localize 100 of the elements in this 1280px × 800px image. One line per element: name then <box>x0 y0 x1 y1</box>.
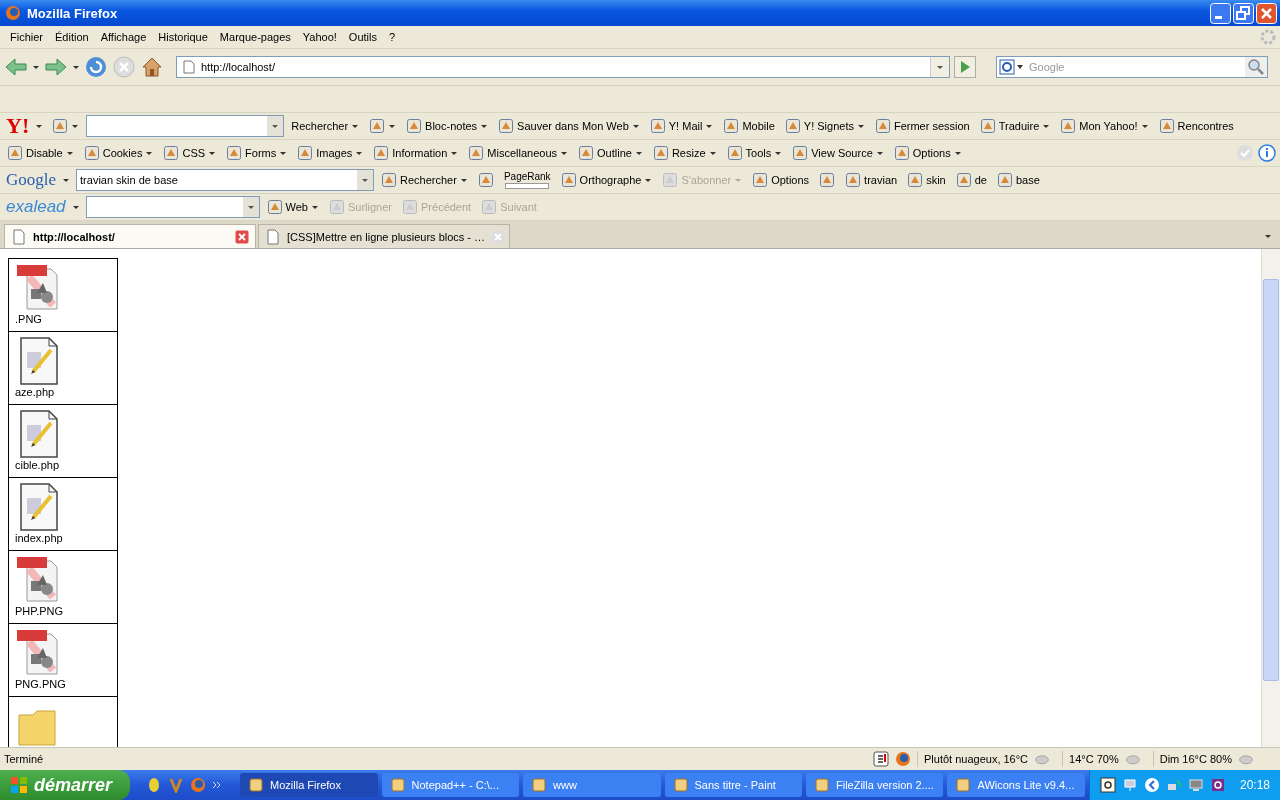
caret-icon[interactable] <box>271 122 280 130</box>
caret-icon[interactable] <box>875 149 884 157</box>
search-field[interactable] <box>86 115 285 137</box>
toolbar-button[interactable]: Disable <box>4 144 77 162</box>
computer-icon[interactable] <box>1187 777 1204 793</box>
caret-icon[interactable] <box>311 203 319 211</box>
toolbar-button[interactable]: Fermer session <box>871 117 973 135</box>
close-icon[interactable] <box>235 229 249 244</box>
search-field[interactable]: travian skin de base <box>76 169 375 191</box>
address-field[interactable]: http://localhost/ <box>176 56 950 78</box>
menu-item[interactable]: Historique <box>152 29 214 45</box>
toolbar-button[interactable]: Miscellaneous <box>465 144 572 162</box>
browser-tab[interactable]: [CSS]Mettre en ligne plusieurs blocs - … <box>258 224 510 248</box>
caret-icon[interactable] <box>856 122 865 130</box>
minimize-button[interactable] <box>1210 2 1231 24</box>
close-button[interactable] <box>1256 2 1277 24</box>
toolbar-button[interactable]: Orthographe <box>557 171 656 189</box>
toolbar-button[interactable]: Mon Yahoo! <box>1057 117 1152 135</box>
caret-icon[interactable] <box>388 122 397 130</box>
weather-panel[interactable]: 14°C 70% <box>1062 751 1147 767</box>
toolbar-button[interactable]: Web <box>263 198 322 216</box>
caret-icon[interactable] <box>361 176 370 184</box>
browser-tab[interactable]: http://localhost/ <box>4 224 256 248</box>
file-tile[interactable]: PNG.PNG <box>8 623 118 697</box>
go-button[interactable] <box>954 56 976 78</box>
caret-icon[interactable] <box>953 149 962 157</box>
toolbar-button[interactable]: base <box>993 171 1043 189</box>
toolbar-button[interactable]: Tools <box>723 144 786 162</box>
caret-icon[interactable] <box>644 176 653 184</box>
file-tile[interactable]: .PNG <box>8 258 118 332</box>
weather-panel[interactable]: Dim 16°C 80% <box>1152 751 1260 767</box>
toolbar-button[interactable]: Options <box>890 144 965 162</box>
caret-icon[interactable] <box>32 63 40 71</box>
caret-icon[interactable] <box>705 122 714 130</box>
tray-app-icon[interactable] <box>1209 777 1226 793</box>
caret-icon[interactable] <box>1042 122 1051 130</box>
caret-icon[interactable] <box>480 122 489 130</box>
caret-icon[interactable] <box>634 149 643 157</box>
caret-icon[interactable] <box>72 63 80 71</box>
caret-icon[interactable] <box>35 122 44 130</box>
menu-item[interactable]: ? <box>383 29 402 45</box>
menu-item[interactable]: Édition <box>49 29 95 45</box>
taskbar-button[interactable]: Mozilla Firefox <box>240 773 378 797</box>
caret-icon[interactable] <box>208 149 217 157</box>
toolbar-logo[interactable]: Y! <box>4 113 46 139</box>
toolbar-button[interactable]: skin <box>904 171 949 189</box>
toolbar-button[interactable]: Rechercher <box>378 171 471 189</box>
help-icon[interactable] <box>1099 777 1116 793</box>
toolbar-logo[interactable]: Google <box>4 170 73 190</box>
toolbar-button[interactable]: Rencontres <box>1155 117 1237 135</box>
tab-list-caret-icon[interactable] <box>1264 232 1272 240</box>
taskbar-button[interactable]: www <box>523 773 661 797</box>
toolbar-button[interactable]: Mobile <box>720 117 778 135</box>
caret-icon[interactable] <box>145 149 154 157</box>
toolbar-button[interactable]: travian <box>842 171 901 189</box>
pagerank-meter[interactable]: PageRank <box>500 170 554 190</box>
taskbar-button[interactable]: Sans titre - Paint <box>664 773 802 797</box>
scrollbar[interactable] <box>1261 249 1280 747</box>
toolbar-button[interactable]: Bloc-notes <box>403 117 492 135</box>
caret-icon[interactable] <box>355 149 364 157</box>
extension-icon[interactable] <box>873 751 889 767</box>
toolbar-button[interactable]: Forms <box>223 144 291 162</box>
toolbar-button[interactable]: Y! Signets <box>781 117 868 135</box>
caret-icon[interactable] <box>279 149 288 157</box>
caret-icon[interactable] <box>1140 122 1149 130</box>
toolbar-button[interactable]: View Source <box>789 144 887 162</box>
caret-icon[interactable] <box>62 176 71 184</box>
taskbar-button[interactable]: FileZilla version 2.... <box>806 773 944 797</box>
checkmark-icon[interactable] <box>1236 144 1254 162</box>
toolbar-button[interactable]: Options <box>749 171 813 189</box>
toolbar-button[interactable]: CSS <box>160 144 220 162</box>
caret-icon[interactable] <box>246 203 255 211</box>
menu-item[interactable]: Outils <box>342 29 383 45</box>
toolbar-button[interactable]: Images <box>294 144 367 162</box>
toolbar-button[interactable]: Traduire <box>976 117 1054 135</box>
toolbar-button[interactable]: Information <box>370 144 462 162</box>
caret-icon[interactable] <box>351 122 360 130</box>
toolbar-button[interactable]: Outline <box>575 144 646 162</box>
menu-item[interactable]: Fichier <box>4 29 49 45</box>
toolbar-button[interactable]: Y! Mail <box>646 117 717 135</box>
caret-icon[interactable] <box>708 149 717 157</box>
info-icon[interactable] <box>1258 144 1276 162</box>
caret-icon[interactable] <box>450 149 459 157</box>
toolbar-button[interactable]: de <box>952 171 990 189</box>
menu-item[interactable]: Affichage <box>94 29 153 45</box>
caret-icon[interactable] <box>71 122 80 130</box>
chevron-icon[interactable] <box>212 780 223 790</box>
file-tile[interactable]: aze.php <box>8 331 118 405</box>
toolbar-button[interactable]: Cookies <box>80 144 157 162</box>
search-field[interactable] <box>85 196 260 218</box>
search-icon[interactable] <box>1245 57 1267 77</box>
taskbar-button[interactable]: Notepad++ - C:\... <box>381 773 519 797</box>
caret-icon[interactable] <box>631 122 640 130</box>
caret-icon[interactable] <box>560 149 569 157</box>
file-tile[interactable]: index.php <box>8 477 118 551</box>
toolbar-button[interactable]: Resize <box>649 144 720 162</box>
globe-icon[interactable] <box>895 751 911 767</box>
toolbar-button[interactable]: Sauver dans Mon Web <box>495 117 643 135</box>
caret-icon[interactable] <box>65 149 74 157</box>
menu-item[interactable]: Yahoo! <box>296 29 343 45</box>
